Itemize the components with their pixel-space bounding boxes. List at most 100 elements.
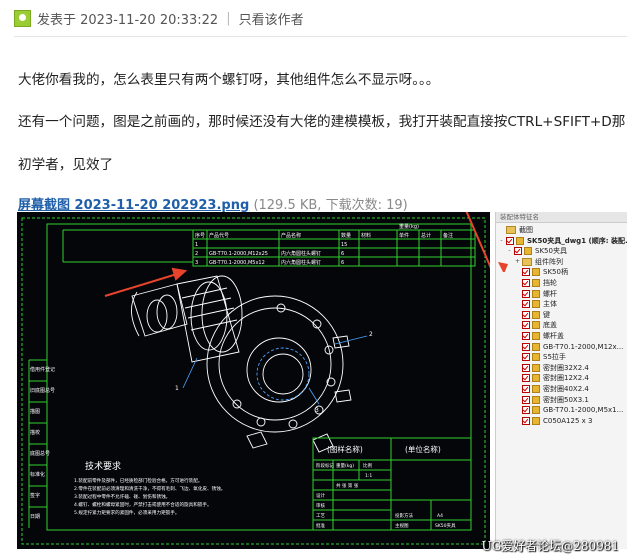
bom-header-cell: 单件 xyxy=(399,232,409,239)
feature-tree-item[interactable]: 密封圈32X2.4 xyxy=(515,363,589,373)
feature-tree-panel: 装配体特征名 截图 - SK50夹具_dwg1 (顺序: 装配...) - SK50夹具… xyxy=(495,212,627,549)
component-icon xyxy=(532,289,540,298)
feature-tree-label: 螺杆盖 xyxy=(543,332,564,340)
component-icon xyxy=(532,332,540,340)
bom-cell: GB-T70.1-2000,M12x25 xyxy=(209,251,268,257)
component-icon xyxy=(532,395,540,404)
visibility-checkbox[interactable] xyxy=(522,300,530,309)
watermark: UG爱好者论坛@280981 xyxy=(481,539,619,553)
bom-cell: 15 xyxy=(341,242,347,248)
flange-inner xyxy=(218,307,332,421)
feature-tree-label: GB-T70.1-2000,M5x1... xyxy=(543,406,624,415)
component-icon xyxy=(532,406,540,415)
visibility-checkbox[interactable] xyxy=(522,279,530,287)
feature-tree-label: C050A125 x 3 xyxy=(543,416,593,425)
feature-tree-item[interactable]: 螺杆盖 xyxy=(515,331,564,341)
cad-drawing: 借用件登记 旧底图总号 描图 描校 底图总号 标准化 签字 日期 序号 产品代号 产品名称 数量 材料… xyxy=(17,212,498,549)
feature-tree-item[interactable]: GB-T70.1-2000,M5x1... xyxy=(515,405,623,415)
unit-name-placeholder: (单位名称) xyxy=(405,444,441,454)
bom-cell: GB-T70.1-2000,M5x12 xyxy=(209,260,265,266)
visibility-checkbox[interactable] xyxy=(522,332,530,340)
weight-label: 重量(kg) xyxy=(336,462,354,469)
feature-tree-item[interactable]: 键 xyxy=(515,310,550,320)
bom-cell: 1 xyxy=(195,242,198,248)
visibility-checkbox[interactable] xyxy=(522,416,530,425)
drawing-canvas: 借用件登记旧底图总号描图描校底图总号标准化签字日期 序号 产品代号 产品名称 数量 材料… xyxy=(21,212,498,545)
visibility-checkbox[interactable] xyxy=(522,406,530,415)
visibility-checkbox[interactable] xyxy=(522,310,530,319)
bom-header-cell: 总计 xyxy=(421,232,431,239)
tech-requirements-lines: 1.装配前零件及部件，已经质检部门检验合格，方可进行装配。2.零件在装配前必须清… xyxy=(74,477,225,516)
feature-tree-item[interactable]: 密封圈50X3.1 xyxy=(515,395,589,405)
visibility-checkbox[interactable] xyxy=(522,353,530,362)
bolt-circle xyxy=(256,347,310,401)
scale-label: 比例 xyxy=(363,462,372,469)
approve-label: 批准 xyxy=(316,522,325,529)
balloon-1: 1 xyxy=(175,385,179,392)
post-paragraph-2: 还有一个问题，图是之前画的，那时候还没有大佬的建模模板，我打开装配直接按CTRL… xyxy=(18,114,626,130)
part-drawing xyxy=(131,275,352,453)
feature-tree-item[interactable]: 螺杆 xyxy=(515,289,557,299)
bolt-hole xyxy=(232,399,242,409)
bolt-hole xyxy=(288,419,298,429)
attachment-info: (129.5 KB, 下载次数: 19) xyxy=(253,198,408,213)
feature-tree-label: 键 xyxy=(543,310,550,319)
feature-tree-item[interactable]: C050A125 x 3 xyxy=(515,416,592,426)
component-icon xyxy=(532,300,540,309)
component-icon xyxy=(532,342,540,351)
document-number: SK50夹具 xyxy=(435,522,456,529)
visibility-checkbox[interactable] xyxy=(522,395,530,404)
tech-requirement-line: 5.规定拧紧力矩要求的紧固件，必须采用力矩扳手。 xyxy=(74,509,179,516)
feature-tree-item[interactable]: 密封圈12X2.4 xyxy=(515,373,589,383)
visibility-checkbox[interactable] xyxy=(522,342,530,351)
feature-tree-item[interactable]: 密封圈40X2.4 xyxy=(515,384,589,394)
leader-line-1 xyxy=(182,357,198,389)
feature-tree-item[interactable]: 挡轮 xyxy=(515,278,557,288)
divider xyxy=(14,36,627,37)
bom-table: 序号 产品代号 产品名称 数量 材料 单件 总计 备注 1 15 2 GB-T70.1-2000,M1… xyxy=(62,223,476,267)
component-icon xyxy=(532,310,540,319)
component-icon xyxy=(532,321,540,330)
bom-header-cell: 数量 xyxy=(341,232,351,239)
visibility-checkbox[interactable] xyxy=(522,363,530,372)
component-icon xyxy=(532,374,540,383)
feature-tree-item[interactable]: 底盖 xyxy=(515,320,557,330)
bom-cell: 内六角圆柱头螺钉 xyxy=(281,259,321,266)
feature-tree-item[interactable]: GB-T70.1-2000,M12x... xyxy=(515,342,623,352)
feature-tree-label: 底盖 xyxy=(543,321,557,330)
screenshot-image[interactable]: 借用件登记 旧底图总号 描图 描校 底图总号 标准化 签字 日期 序号 产品代号 产品名称 数量 材料… xyxy=(17,212,627,549)
feature-tree-label: 主体 xyxy=(543,300,557,309)
bom-header-cell: 序号 xyxy=(195,232,205,239)
post-paragraph-1: 大佬你看我的，怎么表里只有两个螺钉呀，其他组件怎么不显示呀。。。 xyxy=(18,72,440,88)
bom-cell: 内六角圆柱头螺钉 xyxy=(281,250,321,257)
feature-tree-item[interactable]: 主体 xyxy=(515,299,557,309)
bom-header-cell: 产品代号 xyxy=(209,232,229,239)
leaders xyxy=(182,335,368,405)
bom-weight-header: 重量(kg) xyxy=(399,223,419,230)
feature-tree-item[interactable]: S5拉手 xyxy=(515,352,566,362)
bom-header-cell: 产品名称 xyxy=(281,232,301,239)
visibility-checkbox[interactable] xyxy=(522,374,530,383)
feature-tree-label: 螺杆 xyxy=(543,289,557,298)
tech-requirement-line: 2.零件在装配前必须清理和清洗干净，不得有毛刺、飞边、氧化皮、锈蚀。 xyxy=(74,485,225,492)
attachment-link[interactable]: 屏幕截图 2023-11-20 202923.png xyxy=(18,198,249,213)
inner-frame xyxy=(46,223,472,531)
feature-tree-label: 密封圈50X3.1 xyxy=(543,395,589,404)
stage-mark-label: 阶段标记 xyxy=(316,462,334,469)
tech-requirement-line: 3.装配过程中零件不允许磕、碰、划伤和锈蚀。 xyxy=(74,493,170,500)
tech-requirement-line: 1.装配前零件及部件，已经质检部门检验合格，方可进行装配。 xyxy=(74,477,202,484)
format-label: A4 xyxy=(437,513,443,519)
component-icon xyxy=(532,279,540,287)
side-label: 描图 xyxy=(30,408,40,415)
feature-tree-label: GB-T70.1-2000,M12x... xyxy=(543,342,624,351)
scale-value: 1:1 xyxy=(365,473,372,479)
side-label: 旧底图总号 xyxy=(30,387,55,394)
only-author-link[interactable]: 只看该作者 xyxy=(239,9,304,28)
side-label: 底图总号 xyxy=(30,450,50,457)
tech-requirements-title: 技术要求 xyxy=(85,460,121,472)
visibility-checkbox[interactable] xyxy=(522,385,530,393)
visibility-checkbox[interactable] xyxy=(522,289,530,298)
visibility-checkbox[interactable] xyxy=(522,321,530,330)
tech-requirement-line: 4.螺钉、螺栓和螺母紧固时，严禁打击或使用不合适的旋具和扳手。 xyxy=(74,501,212,508)
bom-cell: 3 xyxy=(195,260,198,266)
